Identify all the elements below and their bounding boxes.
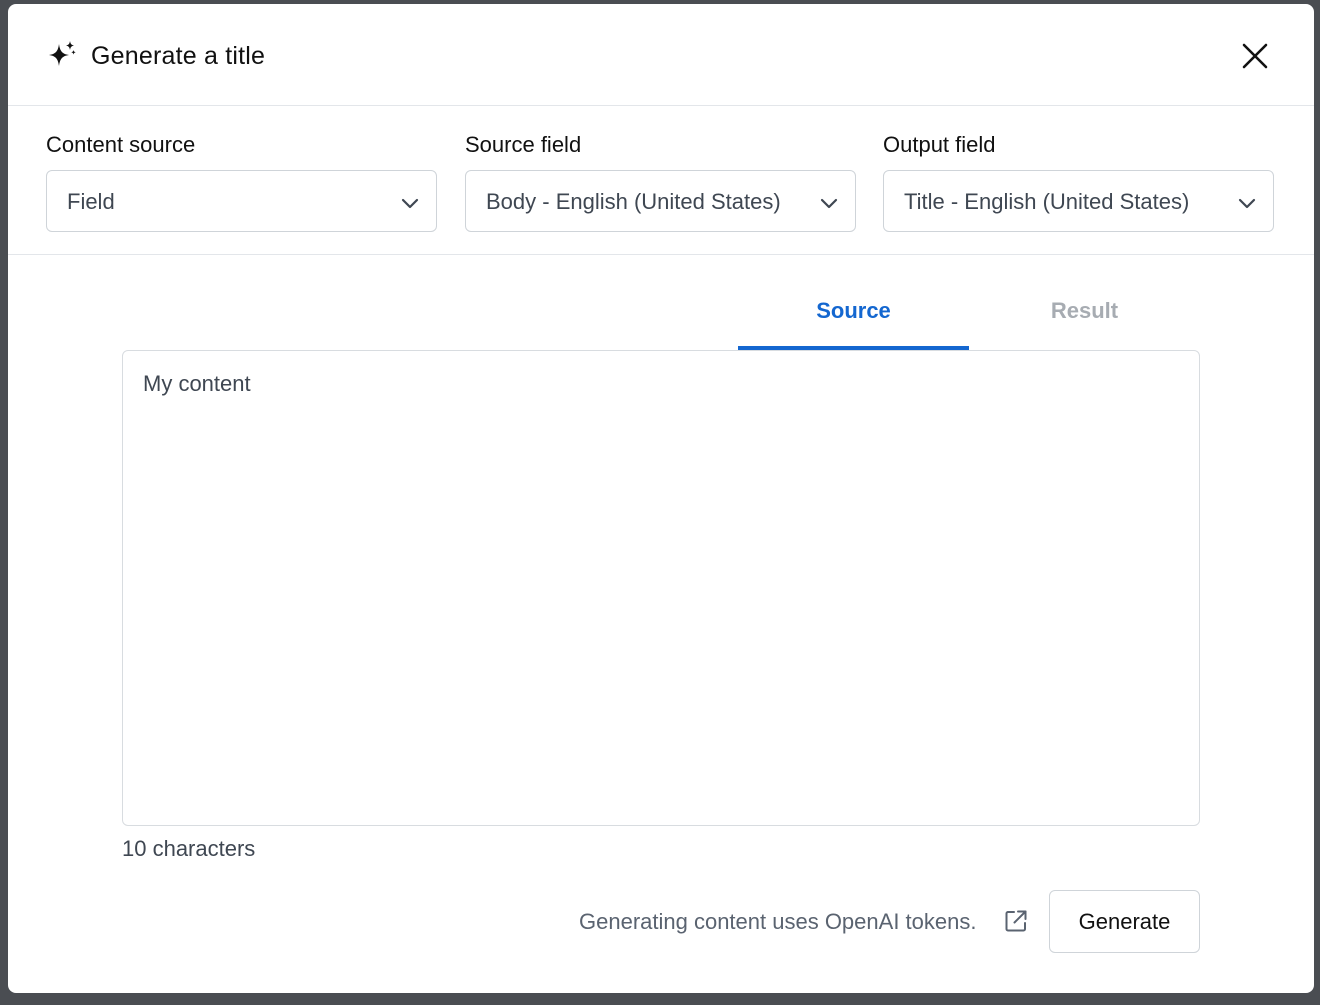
source-content-area[interactable]: My content (122, 350, 1200, 826)
chevron-down-icon (819, 193, 839, 213)
tab-source[interactable]: Source (738, 286, 969, 350)
chevron-down-icon (1237, 193, 1257, 213)
source-field-label: Source field (465, 132, 582, 157)
character-count: 10 characters (122, 836, 256, 861)
output-field-label: Output field (883, 132, 996, 157)
close-button[interactable] (1238, 39, 1272, 73)
openai-tokens-note: Generating content uses OpenAI tokens. (579, 909, 977, 934)
content-source-value: Field (67, 189, 115, 214)
output-field-select[interactable]: Title - English (United States) (883, 170, 1274, 232)
field-selectors: Content source Field Source field Body -… (8, 106, 1314, 255)
tab-result-label: Result (1050, 298, 1119, 323)
output-field-value: Title - English (United States) (904, 189, 1190, 214)
source-field-value: Body - English (United States) (486, 189, 781, 214)
dialog-title: Generate a title (91, 42, 266, 70)
external-link-icon[interactable] (1003, 908, 1029, 934)
generate-button[interactable]: Generate (1049, 890, 1200, 953)
chevron-down-icon (400, 193, 420, 213)
tab-source-label: Source (816, 298, 891, 323)
content-source-label: Content source (46, 132, 196, 157)
tab-result[interactable]: Result (969, 286, 1200, 350)
dialog-header: Generate a title (8, 4, 1314, 106)
content-source-select[interactable]: Field (46, 170, 437, 232)
source-field-select[interactable]: Body - English (United States) (465, 170, 856, 232)
sparkle-icon (46, 39, 78, 71)
close-icon (1238, 43, 1272, 77)
generate-title-dialog: Generate a title Content source Field So… (8, 4, 1314, 993)
source-content-text: My content (143, 371, 251, 396)
tab-bar: Source Result (738, 286, 1200, 350)
